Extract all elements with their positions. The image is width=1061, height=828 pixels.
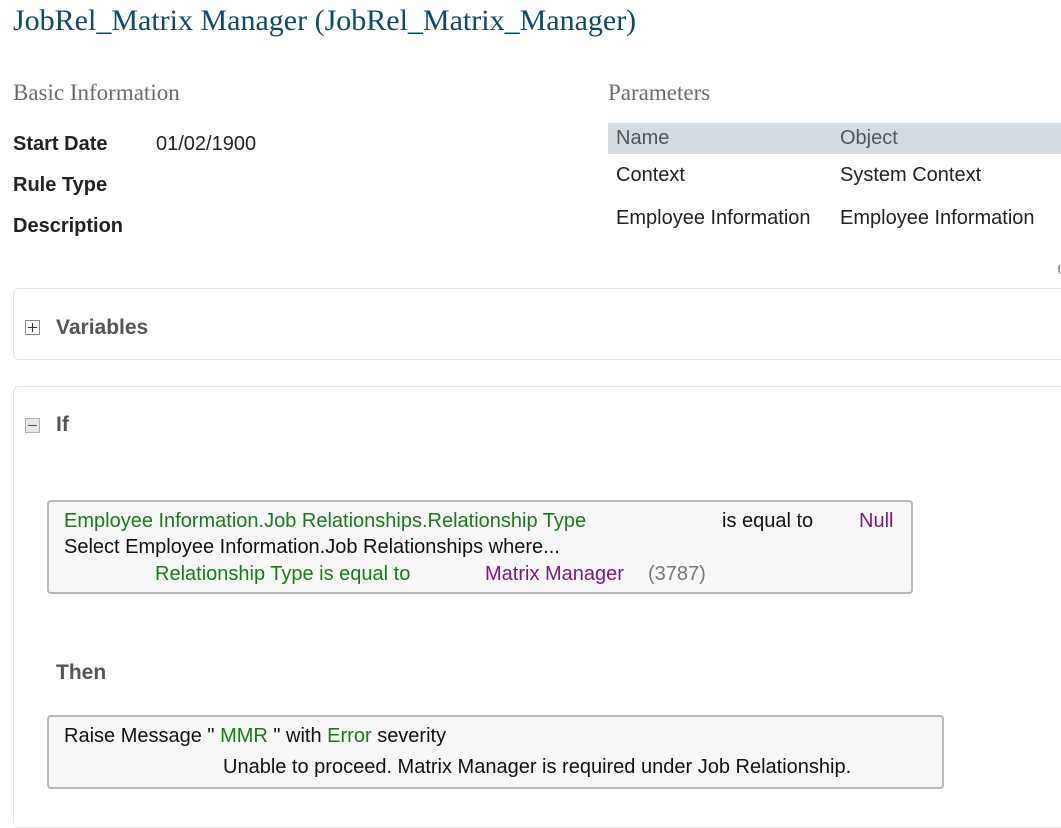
description-label: Description bbox=[13, 215, 124, 237]
close-quote-with: " with bbox=[267, 725, 328, 747]
parameters-table: Name Object Context System Context Emplo… bbox=[608, 123, 1061, 240]
table-row: Employee Information Employee Informatio… bbox=[608, 197, 1061, 240]
variables-title[interactable]: Variables bbox=[56, 316, 148, 340]
condition-operator[interactable]: is equal to bbox=[722, 510, 813, 533]
column-header-object: Object bbox=[840, 127, 898, 149]
expand-plus-icon[interactable] bbox=[25, 320, 40, 335]
action-line: Raise Message " MMR " with Error severit… bbox=[64, 725, 446, 748]
page-title: JobRel_Matrix Manager (JobRel_Matrix_Man… bbox=[13, 4, 637, 37]
parameters-header-row: Name Object bbox=[608, 123, 1061, 154]
severity-suffix: severity bbox=[377, 725, 447, 747]
severity-value[interactable]: Error bbox=[327, 725, 371, 747]
rule-logic-panel: If Employee Information.Job Relationship… bbox=[13, 386, 1061, 828]
param-name: Context bbox=[616, 164, 685, 186]
if-condition-box[interactable]: Employee Information.Job Relationships.R… bbox=[47, 500, 913, 594]
collapse-minus-icon[interactable] bbox=[25, 418, 40, 433]
sub-condition[interactable]: Relationship Type is equal to bbox=[155, 563, 410, 586]
param-object: Employee Information bbox=[840, 207, 1035, 229]
column-header-name: Name bbox=[616, 127, 670, 149]
sub-condition-id: (3787) bbox=[648, 563, 706, 585]
variables-panel: Variables bbox=[13, 288, 1061, 360]
message-key[interactable]: MMR bbox=[220, 725, 268, 747]
open-quote: " bbox=[201, 725, 221, 747]
parameters-heading: Parameters bbox=[608, 80, 711, 105]
then-action-box[interactable]: Raise Message " MMR " with Error severit… bbox=[47, 715, 944, 789]
rule-type-label: Rule Type bbox=[13, 174, 108, 196]
param-name: Employee Information bbox=[616, 207, 811, 229]
sub-condition-value[interactable]: Matrix Manager bbox=[485, 563, 624, 586]
condition-value[interactable]: Null bbox=[859, 510, 893, 533]
if-title[interactable]: If bbox=[56, 413, 69, 437]
start-date-value: 01/02/1900 bbox=[156, 133, 257, 155]
table-row: Context System Context bbox=[608, 154, 1061, 197]
select-clause: Select Employee Information.Job Relation… bbox=[64, 536, 560, 558]
basic-info-heading: Basic Information bbox=[13, 80, 180, 105]
then-title: Then bbox=[56, 661, 107, 684]
action-prefix: Raise Message bbox=[64, 725, 202, 747]
condition-field[interactable]: Employee Information.Job Relationships.R… bbox=[64, 510, 586, 533]
message-text: Unable to proceed. Matrix Manager is req… bbox=[223, 756, 852, 778]
start-date-label: Start Date bbox=[13, 133, 108, 155]
param-object: System Context bbox=[840, 164, 982, 186]
